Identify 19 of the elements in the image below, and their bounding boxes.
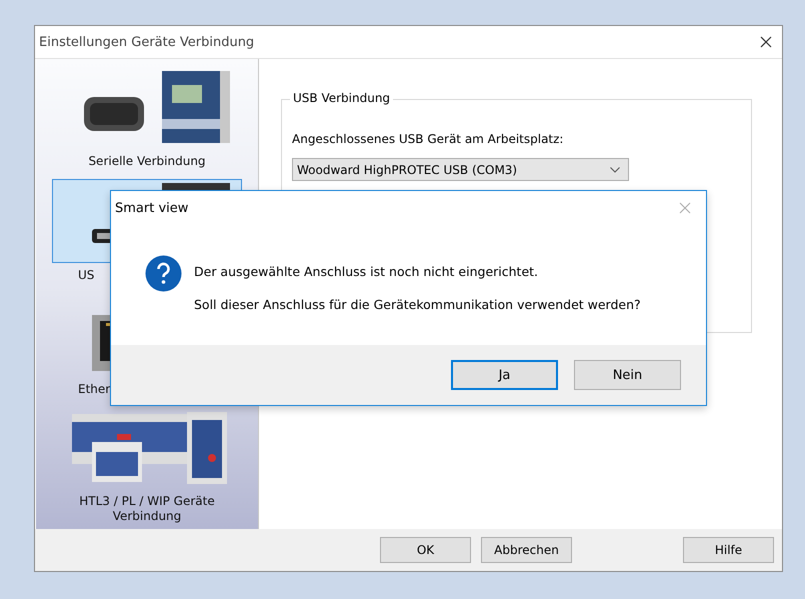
message-title: Smart view	[115, 200, 188, 216]
sidebar-label[interactable]: Serielle Verbindung	[88, 154, 206, 169]
message-text: Soll dieser Anschluss für die Gerätekommunikation verwendet werden?	[194, 297, 641, 312]
dialog-button[interactable]: Ja	[451, 360, 558, 390]
question-icon	[145, 255, 182, 292]
sidebar-label[interactable]: Ether	[78, 382, 110, 397]
group-title: USB Verbindung	[290, 91, 394, 105]
sidebar-label[interactable]: US	[78, 268, 94, 283]
window-title: Einstellungen Geräte Verbindung	[39, 34, 254, 50]
sidebar-label[interactable]: HTL3 / PL / WIP Geräte Verbindung	[67, 494, 227, 524]
dropdown[interactable]: Woodward HighPROTEC USB (COM3)	[292, 158, 629, 181]
dialog-button[interactable]: Hilfe	[683, 537, 774, 563]
dialog-button[interactable]: Nein	[574, 360, 681, 390]
chevron-icon	[610, 166, 620, 172]
message-text: Der ausgewählte Anschluss ist noch nicht eingerichtet.	[194, 264, 540, 279]
field-label: Angeschlossenes USB Gerät am Arbeitsplatz:	[292, 132, 564, 146]
close-icon[interactable]	[760, 36, 772, 48]
dialog-button[interactable]: Abbrechen	[481, 537, 572, 563]
dialog-button[interactable]: OK	[380, 537, 471, 563]
